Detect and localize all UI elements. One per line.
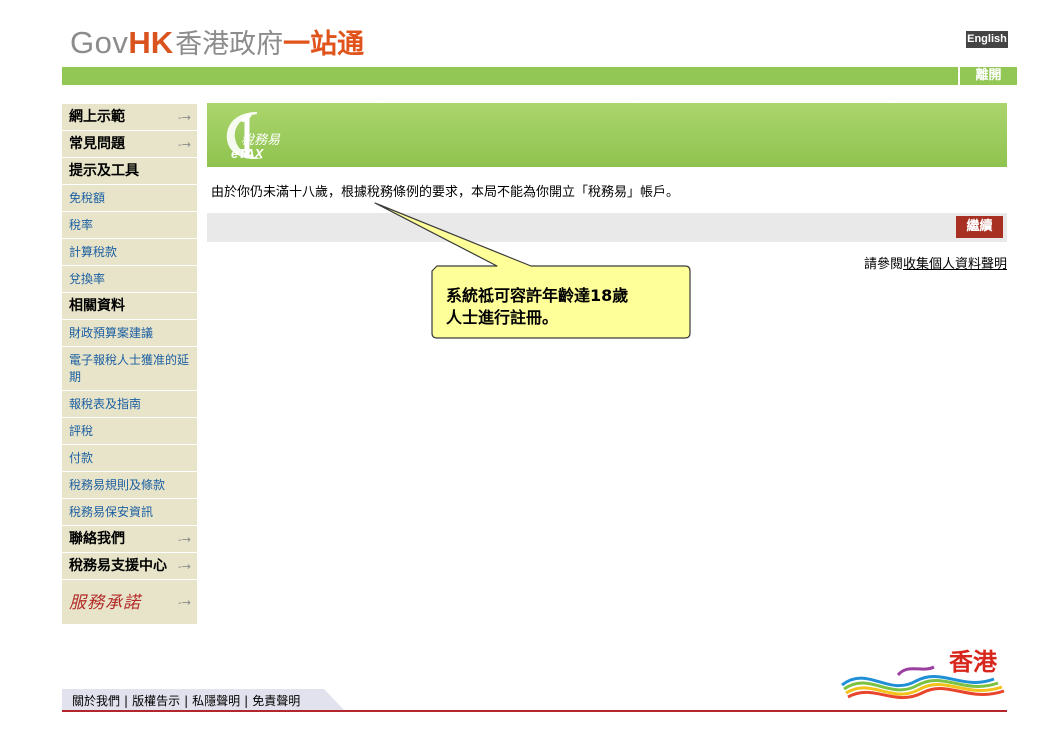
sidebar-item-label: 電子報稅人士獲准的延期	[69, 353, 190, 384]
sidebar-item-label: 相關資料	[69, 298, 125, 314]
arrow-right-icon: -→	[177, 533, 191, 546]
footer-links: 關於我們 | 版權告示 | 私隱聲明 | 免責聲明	[72, 692, 300, 709]
sidebar-item-label: 常見問題	[69, 136, 125, 152]
sidebar-item-label: 計算稅款	[69, 245, 118, 259]
govhk-logo[interactable]: Gov HK 香港政府 一站通	[70, 22, 364, 62]
pics-notice: 請參閱收集個人資料聲明	[864, 253, 1007, 272]
etax-logo-icon: 稅務易 eTAX	[226, 112, 281, 161]
sidebar-item-4[interactable]: 稅率	[62, 212, 197, 239]
arrow-right-icon: -→	[177, 596, 191, 609]
logo-gov-text: Gov	[70, 25, 129, 60]
sidebar-item-1[interactable]: 常見問題 -→	[62, 131, 197, 158]
top-green-bar	[62, 67, 1016, 85]
sidebar-item-label: 兌換率	[69, 272, 106, 286]
sidebar-item-label: 服務承諾	[69, 593, 141, 613]
sidebar-item-label: 聯絡我們	[69, 531, 125, 547]
sidebar-item-15[interactable]: 聯絡我們 -→	[62, 526, 197, 553]
footer-divider	[62, 710, 1007, 712]
arrow-right-icon: -→	[177, 560, 191, 573]
sidebar-item-12[interactable]: 付款	[62, 445, 197, 472]
pics-link[interactable]: 收集個人資料聲明	[903, 257, 1007, 272]
sidebar-item-label: 財政預算案建議	[69, 326, 154, 340]
sidebar-item-7: 相關資料	[62, 293, 197, 320]
sidebar-item-5[interactable]: 計算稅款	[62, 239, 197, 266]
logo-hk-text: HK	[128, 25, 174, 60]
sidebar-item-2: 提示及工具	[62, 158, 197, 185]
sidebar-item-14[interactable]: 稅務易保安資訊	[62, 499, 197, 526]
footer-link-copyright[interactable]: 版權告示	[132, 694, 180, 708]
sidebar-item-8[interactable]: 財政預算案建議	[62, 320, 197, 347]
callout-text: 系統祗可容許年齡達18歲 人士進行註冊。	[446, 285, 686, 329]
footer-link-disclaimer[interactable]: 免責聲明	[252, 694, 300, 708]
sidebar-item-16[interactable]: 稅務易支援中心 -→	[62, 553, 197, 580]
sidebar-item-6[interactable]: 兌換率	[62, 266, 197, 293]
sidebar-item-10[interactable]: 報稅表及指南	[62, 391, 197, 418]
sidebar-item-label: 付款	[69, 451, 94, 465]
age-restriction-message: 由於你仍未滿十八歲，根據稅務條例的要求，本局不能為你開立「稅務易」帳戶。	[211, 185, 680, 200]
sidebar-item-label: 報稅表及指南	[69, 397, 142, 411]
sidebar-item-11[interactable]: 評稅	[62, 418, 197, 445]
sidebar-item-label: 提示及工具	[69, 163, 139, 179]
footer-separator: |	[244, 694, 249, 708]
sidebar-item-label: 稅務易支援中心	[69, 558, 167, 574]
sidebar-item-label: 稅務易規則及條款	[69, 478, 166, 492]
logo-cn-gray-text: 香港政府	[175, 29, 284, 60]
footer-link-privacy[interactable]: 私隱聲明	[192, 694, 240, 708]
pics-prefix: 請參閱	[863, 257, 903, 272]
callout-line-2: 人士進行註冊。	[446, 308, 559, 327]
continue-bar: 繼續	[207, 213, 1007, 242]
sidebar-item-label: 稅率	[69, 218, 94, 232]
arrow-right-icon: -→	[177, 138, 191, 151]
footer-separator: |	[184, 694, 189, 708]
sidebar-item-label: 網上示範	[69, 109, 125, 125]
footer-link-about[interactable]: 關於我們	[72, 694, 120, 708]
sidebar-item-9[interactable]: 電子報稅人士獲准的延期	[62, 347, 197, 391]
sidebar-item-3[interactable]: 免稅額	[62, 185, 197, 212]
continue-button[interactable]: 繼續	[956, 216, 1003, 238]
etax-logo-en: eTAX	[231, 146, 265, 161]
footer-separator: |	[124, 694, 129, 708]
sidebar-item-0[interactable]: 網上示範 -→	[62, 104, 197, 131]
english-language-button[interactable]: English	[966, 31, 1008, 48]
sidebar-item-label: 稅務易保安資訊	[69, 505, 154, 519]
brand-hong-kong-text: 香港	[949, 648, 997, 676]
arrow-right-icon: -→	[177, 111, 191, 124]
exit-button[interactable]: 離開	[958, 67, 1017, 85]
logo-cn-orange-text: 一站通	[283, 29, 365, 60]
sidebar-item-13[interactable]: 稅務易規則及條款	[62, 472, 197, 499]
etax-banner: 稅務易 eTAX	[207, 103, 1007, 167]
sidebar-item-label: 評稅	[69, 424, 94, 438]
sidebar-nav: 網上示範 -→ 常見問題 -→ 提示及工具免稅額稅率計算稅款兌換率相關資料財政預算案建議…	[62, 104, 197, 625]
sidebar-item-17[interactable]: 服務承諾 -→	[62, 580, 197, 625]
callout-line-1: 系統祗可容許年齡達18歲	[446, 286, 629, 305]
sidebar-item-label: 免稅額	[69, 191, 106, 205]
